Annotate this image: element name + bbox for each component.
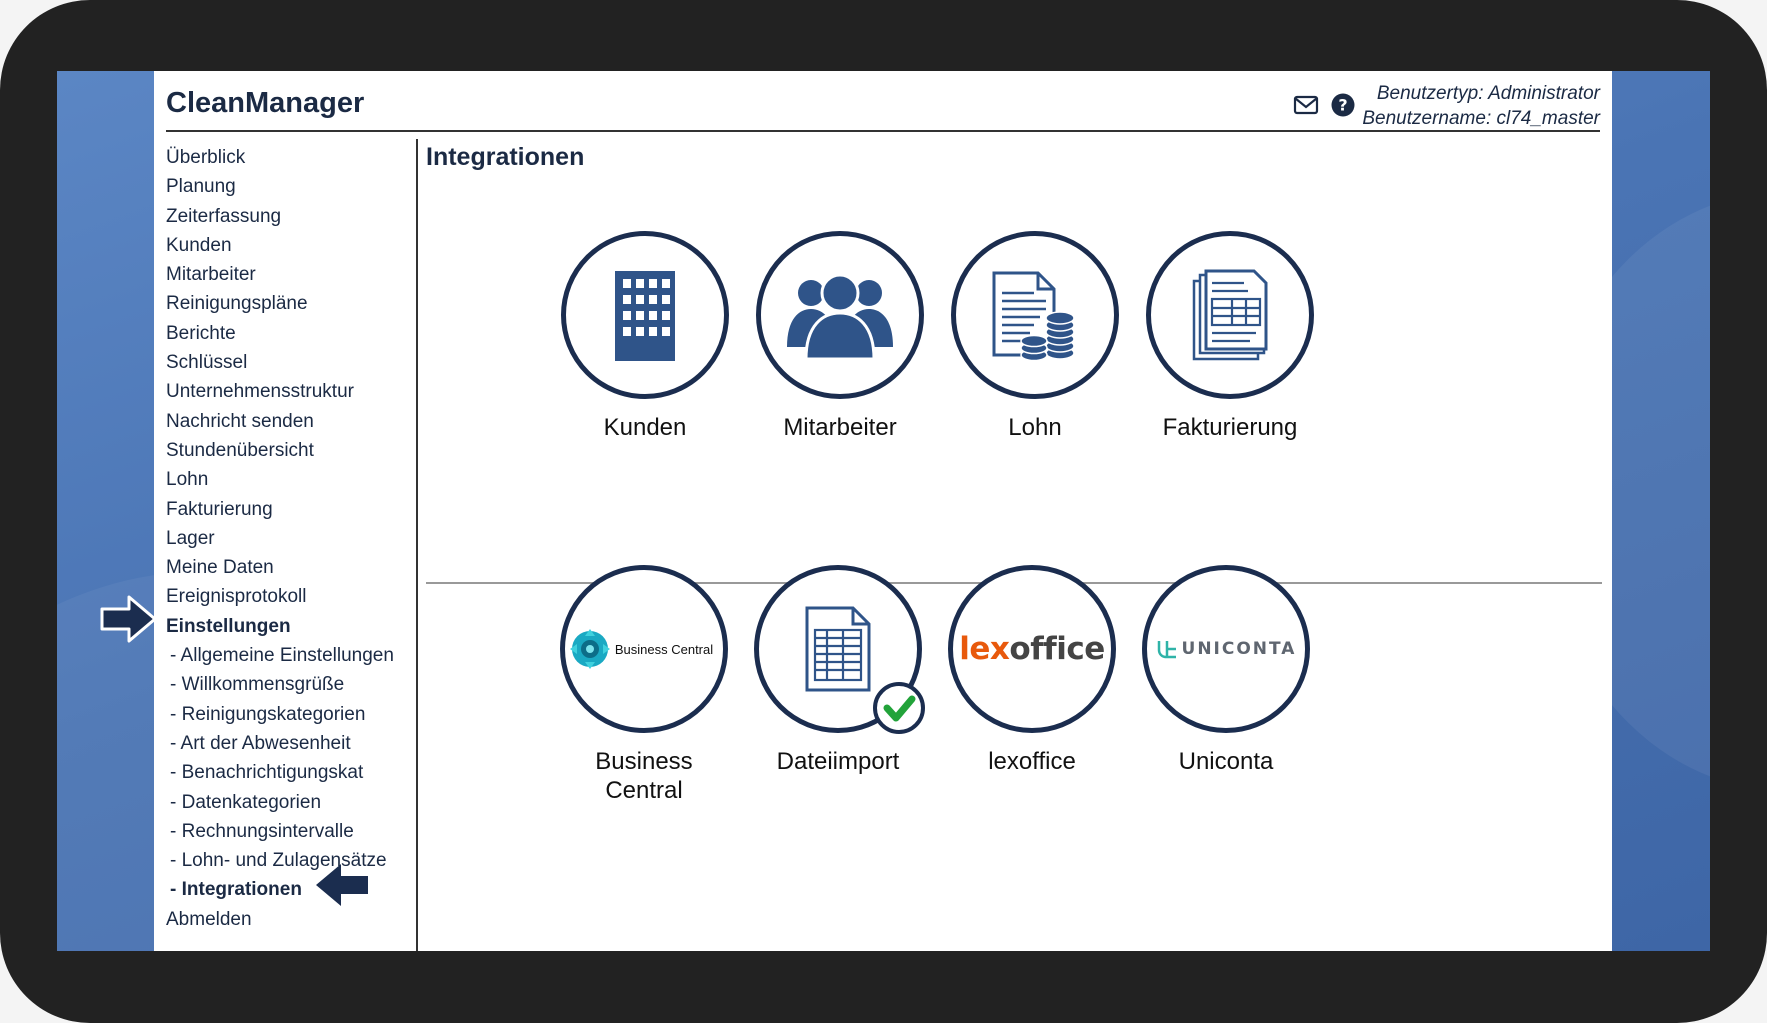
- desktop-background: CleanManager ? Benutzertyp: Administrato…: [57, 71, 1710, 951]
- main-content: Integrationen Kunden Mitarbeiter Lohn Fa…: [426, 139, 1602, 951]
- sidebar-item-nachricht-senden[interactable]: Nachricht senden: [166, 407, 394, 436]
- page-title: Integrationen: [426, 143, 585, 171]
- sidebar-subitem-reinigungskategorien[interactable]: - Reinigungskategorien: [166, 700, 394, 729]
- sidebar: Überblick Planung Zeiterfassung Kunden M…: [154, 139, 418, 951]
- tile-label-kunden: Kunden: [603, 414, 687, 441]
- help-icon[interactable]: ?: [1329, 91, 1357, 119]
- lexoffice-logo-office: office: [1009, 631, 1105, 667]
- tile-circle: [951, 231, 1119, 399]
- sidebar-subitem-rechnungsintervalle[interactable]: - Rechnungsintervalle: [166, 817, 394, 846]
- user-type: Benutzertyp: Administrator: [1376, 83, 1600, 104]
- tile-mitarbeiter[interactable]: Mitarbeiter: [750, 231, 930, 442]
- tile-label-lexoffice: lexoffice: [988, 748, 1076, 775]
- sidebar-subitem-allgemeine-einstellungen[interactable]: - Allgemeine Einstellungen: [166, 641, 394, 670]
- sidebar-item-ereignisprotokoll[interactable]: Ereignisprotokoll: [166, 582, 394, 611]
- uniconta-logo-text: UNICONTA: [1181, 639, 1297, 659]
- sidebar-item-lohn[interactable]: Lohn: [166, 465, 394, 494]
- tile-label-mitarbeiter: Mitarbeiter: [783, 414, 897, 441]
- mail-icon[interactable]: [1292, 91, 1320, 119]
- tile-dateiimport[interactable]: Dateiimport: [748, 565, 928, 776]
- tile-circle: UNICONTA: [1142, 565, 1310, 733]
- lexoffice-logo-lex: lex: [959, 631, 1010, 667]
- people-icon: [787, 273, 893, 361]
- tile-circle: [1146, 231, 1314, 399]
- lexoffice-logo: lexoffice: [959, 631, 1105, 667]
- tile-kunden[interactable]: Kunden: [555, 231, 735, 442]
- sidebar-item-stundenuebersicht[interactable]: Stundenübersicht: [166, 436, 394, 465]
- sidebar-item-planung[interactable]: Planung: [166, 172, 394, 201]
- tile-lexoffice[interactable]: lexoffice lexoffice: [942, 565, 1122, 776]
- sidebar-subitem-willkommensgruesse[interactable]: - Willkommensgrüße: [166, 670, 394, 699]
- sidebar-item-lager[interactable]: Lager: [166, 524, 394, 553]
- sidebar-subitem-art-der-abwesenheit[interactable]: - Art der Abwesenheit: [166, 729, 394, 758]
- check-icon: [873, 682, 925, 734]
- tile-business-central[interactable]: Business Central Business Central: [554, 565, 734, 805]
- device-frame: CleanManager ? Benutzertyp: Administrato…: [0, 0, 1767, 1023]
- sidebar-item-unternehmensstruktur[interactable]: Unternehmensstruktur: [166, 377, 394, 406]
- building-icon: [615, 271, 675, 361]
- tile-circle: [756, 231, 924, 399]
- business-central-logo-icon: [569, 629, 610, 669]
- tile-label-dateiimport: Dateiimport: [776, 748, 900, 775]
- tile-label-business-central: Business Central: [595, 748, 693, 804]
- sidebar-item-einstellungen[interactable]: Einstellungen: [166, 612, 394, 641]
- header: CleanManager ? Benutzertyp: Administrato…: [166, 71, 1600, 132]
- tile-label-fakturierung: Fakturierung: [1162, 414, 1298, 441]
- user-name: Benutzername: cl74_master: [1362, 108, 1600, 129]
- arrow-right-icon: [100, 595, 157, 643]
- tile-circle: lexoffice: [948, 565, 1116, 733]
- sidebar-item-mitarbeiter[interactable]: Mitarbeiter: [166, 260, 394, 289]
- sidebar-item-schluessel[interactable]: Schlüssel: [166, 348, 394, 377]
- tile-lohn[interactable]: Lohn: [945, 231, 1125, 442]
- tile-label-uniconta: Uniconta: [1178, 748, 1274, 775]
- app-window: CleanManager ? Benutzertyp: Administrato…: [154, 71, 1612, 951]
- app-title: CleanManager: [166, 87, 365, 119]
- svg-text:?: ?: [1338, 96, 1347, 115]
- tile-circle: [561, 231, 729, 399]
- tile-uniconta[interactable]: UNICONTA Uniconta: [1136, 565, 1316, 776]
- arrow-left-icon: [316, 864, 368, 906]
- invoice-icon: [1192, 269, 1268, 361]
- user-info: Benutzertyp: Administrator Benutzername:…: [1362, 81, 1600, 131]
- sidebar-subitem-benachrichtigungskat[interactable]: - Benachrichtigungskat: [166, 758, 394, 787]
- tile-circle: [754, 565, 925, 734]
- sidebar-item-reinigungsplaene[interactable]: Reinigungspläne: [166, 289, 394, 318]
- sidebar-item-meine-daten[interactable]: Meine Daten: [166, 553, 394, 582]
- tile-label-lohn: Lohn: [1008, 414, 1062, 441]
- header-icons: ?: [1292, 91, 1357, 119]
- sidebar-subitem-datenkategorien[interactable]: - Datenkategorien: [166, 788, 394, 817]
- payroll-icon: [992, 271, 1075, 362]
- sidebar-item-zeiterfassung[interactable]: Zeiterfassung: [166, 202, 394, 231]
- sidebar-item-ueberblick[interactable]: Überblick: [166, 143, 394, 172]
- uniconta-logo-icon: [1157, 641, 1176, 659]
- sidebar-item-kunden[interactable]: Kunden: [166, 231, 394, 260]
- sidebar-item-fakturierung[interactable]: Fakturierung: [166, 495, 394, 524]
- business-central-logo: Business Central: [569, 628, 713, 670]
- sidebar-nav: Überblick Planung Zeiterfassung Kunden M…: [166, 143, 394, 934]
- spreadsheet-icon: [805, 606, 871, 692]
- sidebar-item-berichte[interactable]: Berichte: [166, 319, 394, 348]
- business-central-logo-text: Business Central: [614, 641, 714, 657]
- uniconta-logo: UNICONTA: [1156, 638, 1297, 660]
- tile-fakturierung[interactable]: Fakturierung: [1140, 231, 1320, 442]
- tile-circle: Business Central: [560, 565, 728, 733]
